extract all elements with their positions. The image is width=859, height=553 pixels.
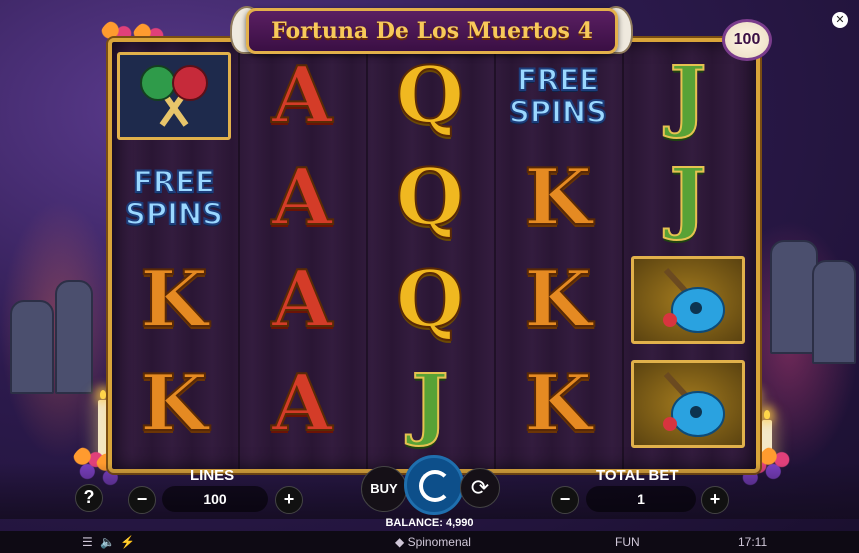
bet-minus-button[interactable]: −	[551, 486, 579, 514]
help-button[interactable]: ?	[75, 484, 103, 512]
total-bet-value: 1	[586, 486, 696, 512]
letter-symbol-a: A	[242, 148, 362, 248]
letter-symbol-k: K	[114, 250, 234, 350]
letter-symbol-j: J	[370, 354, 490, 454]
mode-label: FUN	[615, 535, 640, 549]
reel-divider	[622, 42, 624, 469]
symbol-letter: Q	[395, 50, 465, 141]
guitar-symbol	[628, 354, 748, 454]
letter-symbol-j: J	[628, 46, 748, 146]
symbol-letter: Q	[395, 254, 465, 345]
letter-symbol-a: A	[242, 46, 362, 146]
letter-symbol-q: Q	[370, 250, 490, 350]
symbol-letter: A	[271, 254, 334, 345]
provider-name: Spinomenal	[407, 535, 471, 549]
maraca-icon	[117, 52, 231, 140]
symbol-letter: J	[669, 152, 708, 243]
maraca-symbol	[114, 46, 234, 146]
tombstone	[10, 300, 54, 394]
spin-button[interactable]	[404, 455, 464, 515]
letter-symbol-j: J	[628, 148, 748, 248]
reel-divider	[494, 42, 496, 469]
symbol-letter: K	[523, 254, 593, 345]
tombstone	[55, 280, 93, 394]
guitar-symbol	[628, 250, 748, 350]
symbol-letter: A	[271, 358, 334, 449]
symbol-letter: Q	[395, 152, 465, 243]
letter-symbol-k: K	[498, 354, 618, 454]
symbol-letter: J	[669, 50, 708, 141]
top-win-badge: 100	[722, 19, 772, 61]
symbol-letter: K	[139, 358, 209, 449]
free-spins-text: FREE SPINS	[508, 63, 608, 129]
letter-symbol-k: K	[498, 148, 618, 248]
clock: 17:11	[738, 535, 768, 549]
guitar-icon	[631, 256, 745, 344]
symbol-letter: J	[411, 358, 450, 449]
reel-divider	[238, 42, 240, 469]
letter-symbol-k: K	[114, 354, 234, 454]
free-spins-line: FREE	[516, 63, 600, 97]
free-spins-line: FREE	[132, 165, 216, 199]
provider-logo: ◆ Spinomenal	[395, 535, 471, 549]
tombstone	[812, 260, 856, 364]
balance-display: BALANCE: 4,990	[385, 517, 474, 529]
letter-symbol-a: A	[242, 250, 362, 350]
autoplay-icon: ⟳	[470, 475, 490, 500]
close-icon[interactable]: ✕	[832, 12, 848, 28]
tombstone	[770, 240, 818, 354]
candle	[98, 390, 108, 456]
symbol-letter: A	[271, 152, 334, 243]
buy-button[interactable]: BUY	[361, 466, 407, 512]
symbol-letter: A	[271, 50, 334, 141]
lines-value: 100	[162, 486, 268, 512]
lines-label: LINES	[190, 467, 235, 484]
reel-divider	[366, 42, 368, 469]
free-spins-symbol: FREE SPINS	[498, 46, 618, 146]
symbol-letter: K	[523, 358, 593, 449]
hamburger-icon[interactable]: ☰	[82, 535, 93, 549]
provider-icon: ◆	[395, 535, 405, 549]
game-title: Fortuna De Los Muertos 4	[271, 18, 593, 44]
free-spins-symbol: FREE SPINS	[114, 148, 234, 248]
footer-bar: ☰ 🔈 ⚡ ◆ Spinomenal FUN 17:11	[0, 531, 859, 553]
letter-symbol-k: K	[498, 250, 618, 350]
free-spins-line: SPINS	[124, 197, 224, 231]
free-spins-text: FREE SPINS	[124, 165, 224, 231]
letter-symbol-q: Q	[370, 46, 490, 146]
bet-plus-button[interactable]: +	[701, 486, 729, 514]
symbol-letter: K	[139, 254, 209, 345]
free-spins-line: SPINS	[508, 95, 608, 129]
total-bet-label: TOTAL BET	[596, 467, 679, 484]
letter-symbol-a: A	[242, 354, 362, 454]
guitar-icon	[631, 360, 745, 448]
turbo-icon[interactable]: ⚡	[120, 535, 135, 549]
lines-plus-button[interactable]: +	[275, 486, 303, 514]
speaker-icon[interactable]: 🔈	[100, 535, 115, 549]
game-title-banner: Fortuna De Los Muertos 4	[246, 8, 618, 54]
letter-symbol-q: Q	[370, 148, 490, 248]
lines-minus-button[interactable]: −	[128, 486, 156, 514]
symbol-letter: K	[523, 152, 593, 243]
autoplay-button[interactable]: ⟳	[460, 468, 500, 508]
